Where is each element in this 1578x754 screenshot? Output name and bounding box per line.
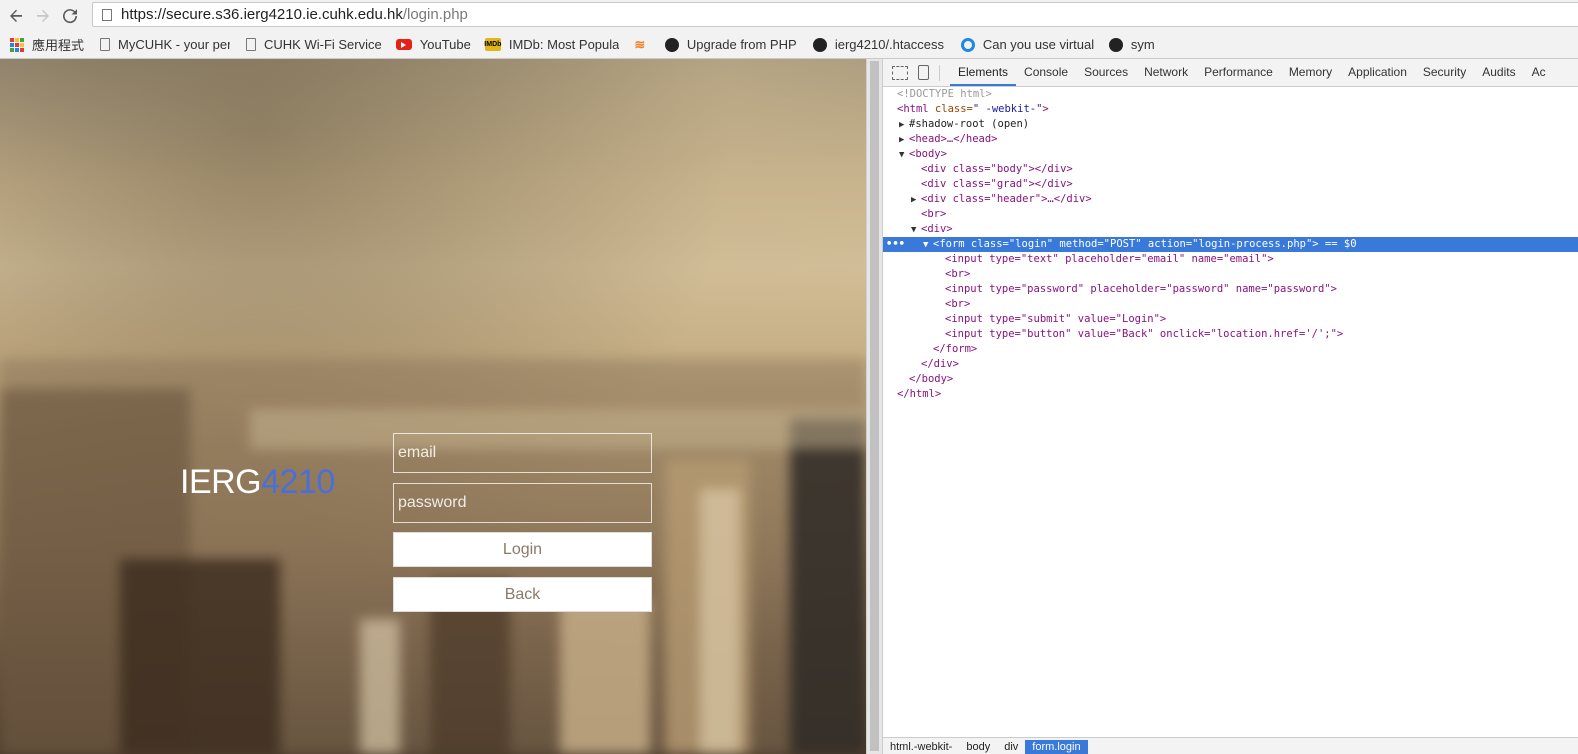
dom-node-div[interactable]: ▼ <div> xyxy=(883,222,1578,237)
collapse-triangle-icon[interactable]: ▼ xyxy=(899,148,909,163)
tab-more[interactable]: Ac xyxy=(1524,59,1554,86)
inspect-element-icon[interactable] xyxy=(892,65,908,80)
dom-node-input-password[interactable]: <input type="password" placeholder="pass… xyxy=(883,282,1578,297)
tab-console[interactable]: Console xyxy=(1016,59,1076,86)
expand-triangle-icon[interactable]: ▶ xyxy=(899,118,909,133)
more-options-icon[interactable]: ••• xyxy=(886,237,905,252)
bookmark-label: ierg4210/.htaccess a xyxy=(834,37,947,52)
device-toolbar-icon[interactable] xyxy=(918,65,929,80)
dom-node-html[interactable]: <html class=" -webkit-"> xyxy=(883,102,1578,117)
devtools-panel: Elements Console Sources Network Perform… xyxy=(882,59,1578,754)
divider xyxy=(939,64,940,81)
bookmark-upgrade-php[interactable]: Upgrade from PHP 5 xyxy=(664,37,799,52)
forward-arrow-icon[interactable] xyxy=(32,5,54,27)
dom-node-input-email[interactable]: <input type="text" placeholder="email" n… xyxy=(883,252,1578,267)
github-icon xyxy=(664,37,679,52)
page-viewport: IERG4210 Login Back xyxy=(0,59,866,754)
tab-elements[interactable]: Elements xyxy=(950,59,1017,86)
apps-icon xyxy=(10,37,24,52)
github-icon xyxy=(812,37,827,52)
bookmark-apps[interactable]: 應用程式 xyxy=(10,35,84,54)
dom-node-div-header[interactable]: ▶ <div class="header">…</div> xyxy=(883,192,1578,207)
password-input[interactable] xyxy=(393,483,652,523)
dom-node-head[interactable]: ▶ <head>…</head> xyxy=(883,132,1578,147)
scrollbar-thumb[interactable] xyxy=(870,61,879,751)
bookmark-label: CUHK Wi-Fi Service xyxy=(264,37,382,52)
dom-node-br[interactable]: <br> xyxy=(883,207,1578,222)
tab-network[interactable]: Network xyxy=(1136,59,1196,86)
bookmark-htaccess[interactable]: ierg4210/.htaccess a xyxy=(812,37,947,52)
city-background-image xyxy=(0,359,866,754)
page-icon xyxy=(100,38,111,51)
youtube-icon xyxy=(395,39,412,50)
page-icon xyxy=(246,38,257,51)
breadcrumb-html[interactable]: html.-webkit- xyxy=(883,740,959,754)
bookmark-mycuhk[interactable]: MyCUHK - your per xyxy=(98,37,230,52)
address-bar[interactable]: https://secure.s36.ierg4210.ie.cuhk.edu.… xyxy=(92,2,1578,27)
bookmark-label: Can you use virtual h xyxy=(982,37,1095,52)
browser-toolbar: https://secure.s36.ierg4210.ie.cuhk.edu.… xyxy=(0,0,1578,31)
dom-node-div-close[interactable]: </div> xyxy=(883,357,1578,372)
email-input[interactable] xyxy=(393,433,652,473)
github-icon xyxy=(1108,37,1123,52)
dom-node-body[interactable]: ▼ <body> xyxy=(883,147,1578,162)
dom-node-input-back[interactable]: <input type="button" value="Back" onclic… xyxy=(883,327,1578,342)
dom-node-body-close[interactable]: </body> xyxy=(883,372,1578,387)
page-icon xyxy=(102,8,112,21)
stackoverflow-icon: ≋ xyxy=(634,36,646,52)
breadcrumb-body[interactable]: body xyxy=(959,740,997,754)
dom-node-input-submit[interactable]: <input type="submit" value="Login"> xyxy=(883,312,1578,327)
tab-memory[interactable]: Memory xyxy=(1281,59,1340,86)
dom-tree: <!DOCTYPE html> <html class=" -webkit-">… xyxy=(883,87,1578,402)
collapse-triangle-icon[interactable]: ▼ xyxy=(911,223,921,238)
bookmark-label: Upgrade from PHP 5 xyxy=(686,37,799,52)
bookmark-stackoverflow[interactable]: ≋ xyxy=(633,36,655,52)
bookmark-label: YouTube xyxy=(419,37,471,52)
bookmarks-bar: 應用程式 MyCUHK - your per CUHK Wi-Fi Servic… xyxy=(0,31,1578,59)
dom-node-shadow-root[interactable]: ▶ #shadow-root (open) xyxy=(883,117,1578,132)
tab-security[interactable]: Security xyxy=(1415,59,1474,86)
dom-node-br[interactable]: <br> xyxy=(883,297,1578,312)
dom-node-html-close[interactable]: </html> xyxy=(883,387,1578,402)
url-text: https://secure.s36.ierg4210.ie.cuhk.edu.… xyxy=(121,6,468,23)
tab-application[interactable]: Application xyxy=(1340,59,1415,86)
bookmark-virtual[interactable]: Can you use virtual h xyxy=(960,37,1095,52)
expand-triangle-icon[interactable]: ▶ xyxy=(911,193,921,208)
expand-triangle-icon[interactable]: ▶ xyxy=(899,133,909,148)
dom-node-div-grad[interactable]: <div class="grad"></div> xyxy=(883,177,1578,192)
bookmark-sym[interactable]: sym xyxy=(1108,37,1155,52)
bookmark-cuhk-wifi[interactable]: CUHK Wi-Fi Service xyxy=(244,37,382,52)
back-button[interactable]: Back xyxy=(393,577,652,612)
breadcrumb-form-login[interactable]: form.login xyxy=(1025,740,1088,754)
collapse-triangle-icon[interactable]: ▼ xyxy=(923,238,933,253)
dom-node-div-body[interactable]: <div class="body"></div> xyxy=(883,162,1578,177)
dom-node-doctype[interactable]: <!DOCTYPE html> xyxy=(883,87,1578,102)
bookmark-label: IMDb: Most Popular xyxy=(508,37,619,52)
login-button[interactable]: Login xyxy=(393,532,652,567)
breadcrumb-div[interactable]: div xyxy=(997,740,1025,754)
bookmark-label: 應用程式 xyxy=(32,38,85,53)
page-scrollbar[interactable] xyxy=(866,59,882,754)
brand-logo: IERG4210 xyxy=(180,463,335,501)
tab-audits[interactable]: Audits xyxy=(1474,59,1523,86)
bookmark-label: sym xyxy=(1130,37,1155,52)
reload-icon[interactable] xyxy=(59,5,81,27)
back-arrow-icon[interactable] xyxy=(5,5,27,27)
bookmark-youtube[interactable]: YouTube xyxy=(395,37,471,52)
bookmark-label: MyCUHK - your per xyxy=(118,37,231,52)
tab-sources[interactable]: Sources xyxy=(1076,59,1136,86)
devtools-tabbar: Elements Console Sources Network Perform… xyxy=(883,59,1578,87)
imdb-icon: IMDb xyxy=(484,38,501,51)
dom-breadcrumbs: html.-webkit- body div form.login xyxy=(883,737,1578,754)
virtual-icon xyxy=(960,37,975,52)
bookmark-imdb[interactable]: IMDb IMDb: Most Popular xyxy=(484,37,619,52)
tab-performance[interactable]: Performance xyxy=(1196,59,1281,86)
dom-node-form-selected[interactable]: ••• ▼ <form class="login" method="POST" ac… xyxy=(883,237,1578,252)
dom-node-form-close[interactable]: </form> xyxy=(883,342,1578,357)
dom-node-br[interactable]: <br> xyxy=(883,267,1578,282)
